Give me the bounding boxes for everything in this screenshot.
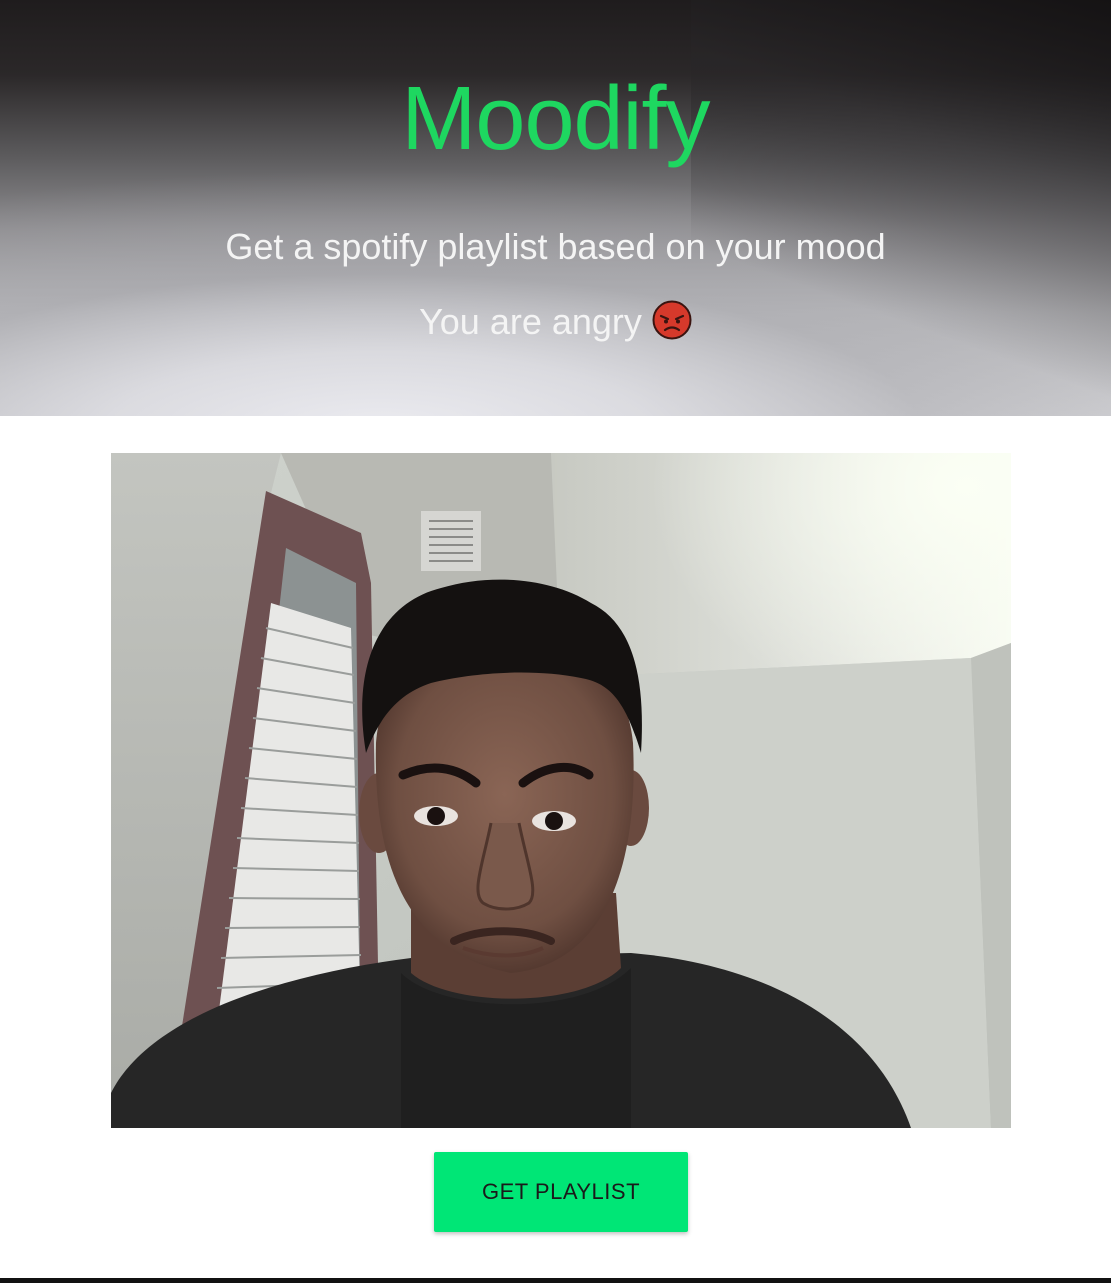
mood-result: You are angry xyxy=(0,300,1111,342)
webcam-image xyxy=(111,453,1011,1128)
mood-text: You are angry xyxy=(419,301,642,342)
app-title: Moodify xyxy=(401,69,710,169)
hero-shade xyxy=(691,0,1111,416)
webcam-feed xyxy=(111,453,1011,1128)
app-subtitle: Get a spotify playlist based on your moo… xyxy=(225,226,886,267)
angry-face-icon xyxy=(652,300,692,340)
hero-header: Moodify Get a spotify playlist based on … xyxy=(0,0,1111,416)
get-playlist-button[interactable]: GET PLAYLIST xyxy=(434,1152,688,1232)
bottom-divider xyxy=(0,1278,1111,1283)
